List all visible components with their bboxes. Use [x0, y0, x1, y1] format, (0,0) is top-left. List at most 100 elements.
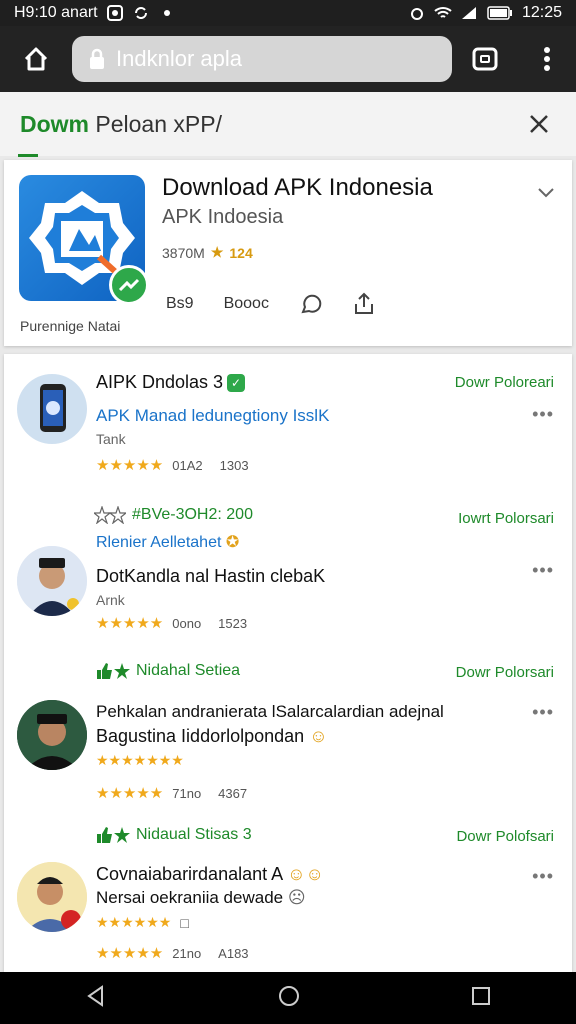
trend-badge-icon: [109, 265, 149, 305]
home-icon: [24, 47, 48, 71]
browser-toolbar: Indknlor apla: [0, 26, 576, 92]
app-subtitle: APK Indoesia: [162, 206, 284, 228]
user-avatar: [17, 546, 87, 616]
url-bar[interactable]: Indknlor apla: [72, 36, 452, 82]
battery-icon: [486, 4, 514, 22]
download-link[interactable]: Dowr Poloreari: [455, 374, 554, 391]
download-link[interactable]: Dowr Polofsari: [456, 828, 554, 845]
dot-icon: [158, 4, 176, 22]
system-nav-bar: [0, 972, 576, 1024]
item-subtitle: Rlenier Aelletahet ✪: [96, 532, 239, 552]
thumbs-up-icon: [97, 827, 130, 843]
emoji-icon: ☺: [309, 726, 328, 746]
item-rating: ★★★★★ 01A2 1303: [96, 456, 249, 474]
item-stat-2: 4367: [218, 785, 248, 801]
item-tag-label: #BVe-3OH2: 200: [132, 506, 253, 523]
item-stat-1: 0ono: [172, 615, 202, 631]
home-circle-icon: [278, 985, 299, 1006]
status-left-text: H9:10 anart: [14, 4, 98, 21]
app-icon[interactable]: [19, 175, 149, 305]
more-options-button[interactable]: •••: [532, 866, 554, 887]
share-action[interactable]: Bs9: [166, 295, 194, 313]
back-button[interactable]: [84, 984, 108, 1013]
signal-icon: [460, 4, 478, 22]
app-title: Download APK Indonesia: [162, 174, 433, 201]
item-title-text: Covnaiabarirdanalant A: [96, 864, 283, 884]
app-meta-size: 3870M: [162, 244, 205, 261]
download-link[interactable]: Dowr Polorsari: [456, 664, 554, 681]
item-subtitle: Nersai oekraniia dewade ☹: [96, 888, 306, 908]
item-rating: ★★★★★ 71no 4367: [96, 784, 247, 802]
wifi-icon: [434, 4, 452, 22]
item-title: DotKandla nal Hastin clebaK: [96, 566, 326, 586]
more-options-button[interactable]: •••: [532, 702, 554, 723]
home-nav-button[interactable]: [277, 984, 301, 1013]
status-bar: H9:10 anart 12:25: [0, 0, 576, 26]
item-stat-2: A183: [218, 945, 249, 961]
item-title-text: AIPK Dndolas 3: [96, 372, 224, 392]
item-category: Tank: [96, 431, 126, 447]
app-actions: Bs9 Boooc: [166, 292, 375, 316]
star-rating: ★★★★★: [96, 945, 164, 962]
item-rating-badges: ★★★★★★★: [96, 752, 184, 769]
item-title: Pehkalan andranierata lSalarcalardian ad…: [96, 702, 444, 721]
more-options-button[interactable]: •••: [532, 404, 554, 425]
close-icon: [530, 115, 548, 133]
active-tab-indicator: [18, 154, 38, 157]
emoji-icon: ☺☺: [287, 864, 324, 884]
app-caption: Purennige Natai: [20, 318, 121, 334]
item-tag-label: Nidahal Setiea: [136, 662, 241, 679]
more-options-button[interactable]: •••: [532, 560, 554, 581]
share-action-label: Bs9: [166, 295, 194, 312]
item-subtitle-text: Nersai oekraniia dewade: [96, 888, 284, 907]
chevron-down-icon: [538, 188, 554, 198]
item-title: Covnaiabarirdanalant A ☺☺: [96, 864, 324, 885]
comment-action[interactable]: [299, 292, 323, 316]
checkbox-icon: □: [180, 914, 189, 931]
app-card[interactable]: Purennige Natai Download APK Indonesia A…: [4, 160, 572, 346]
alarm-icon: [408, 4, 426, 22]
tabs-icon: [472, 47, 498, 71]
item-subtitle-text: Rlenier Aelletahet: [96, 534, 222, 551]
phone-app-avatar: [17, 374, 87, 444]
page-title: Dowm Peloan хPP/: [20, 110, 222, 137]
item-rating-badges: ★★★★★★ □: [96, 914, 189, 931]
star-rating: ★★★★★: [96, 785, 164, 802]
tabs-button[interactable]: [452, 26, 518, 92]
back-triangle-icon: [87, 984, 104, 1007]
more-vert-icon: [544, 47, 550, 71]
item-title: AIPK Dndolas 3 ✓: [96, 372, 246, 393]
lock-icon: [90, 48, 104, 69]
rating-badges: ★★★★★★: [96, 914, 172, 930]
upload-action[interactable]: [353, 292, 375, 316]
page-header: Dowm Peloan хPP/: [0, 92, 576, 156]
messenger-icon: [106, 4, 124, 22]
item-rating: ★★★★★ 0ono 1523: [96, 614, 247, 632]
item-category: Arnk: [96, 592, 125, 608]
url-text: Indknlor apla: [116, 46, 242, 71]
overflow-menu-button[interactable]: [518, 26, 576, 92]
item-stat-2: 1303: [219, 457, 249, 473]
item-subtitle: Bagustina Iiddorlolpondan ☺: [96, 726, 328, 747]
item-stat-2: 1523: [218, 615, 248, 631]
star-rating: ★★★★★: [96, 615, 164, 632]
item-rating: ★★★★★ 21no A183: [96, 944, 249, 962]
upload-icon: [354, 292, 373, 314]
item-stat-1: 21no: [172, 945, 202, 961]
review-action-label: Boooc: [223, 295, 269, 312]
rating-badges: ★★★★★★★: [96, 752, 184, 768]
app-meta-rank: 124: [229, 244, 253, 261]
status-time: 12:25: [521, 4, 562, 21]
expand-button[interactable]: [536, 186, 556, 205]
review-action[interactable]: Boooc: [224, 295, 269, 313]
item-subtitle-text: Bagustina Iiddorlolpondan: [96, 726, 305, 746]
recents-square-icon: [471, 986, 490, 1005]
item-stat-1: 71no: [172, 785, 202, 801]
comment-icon: [301, 294, 322, 314]
close-button[interactable]: [522, 107, 556, 141]
user-avatar: [17, 862, 87, 932]
home-button[interactable]: [0, 26, 72, 92]
recents-button[interactable]: [470, 985, 492, 1012]
download-link[interactable]: Iowrt Polorsari: [458, 510, 554, 527]
item-tag: Nidahal Setiea: [96, 662, 240, 680]
